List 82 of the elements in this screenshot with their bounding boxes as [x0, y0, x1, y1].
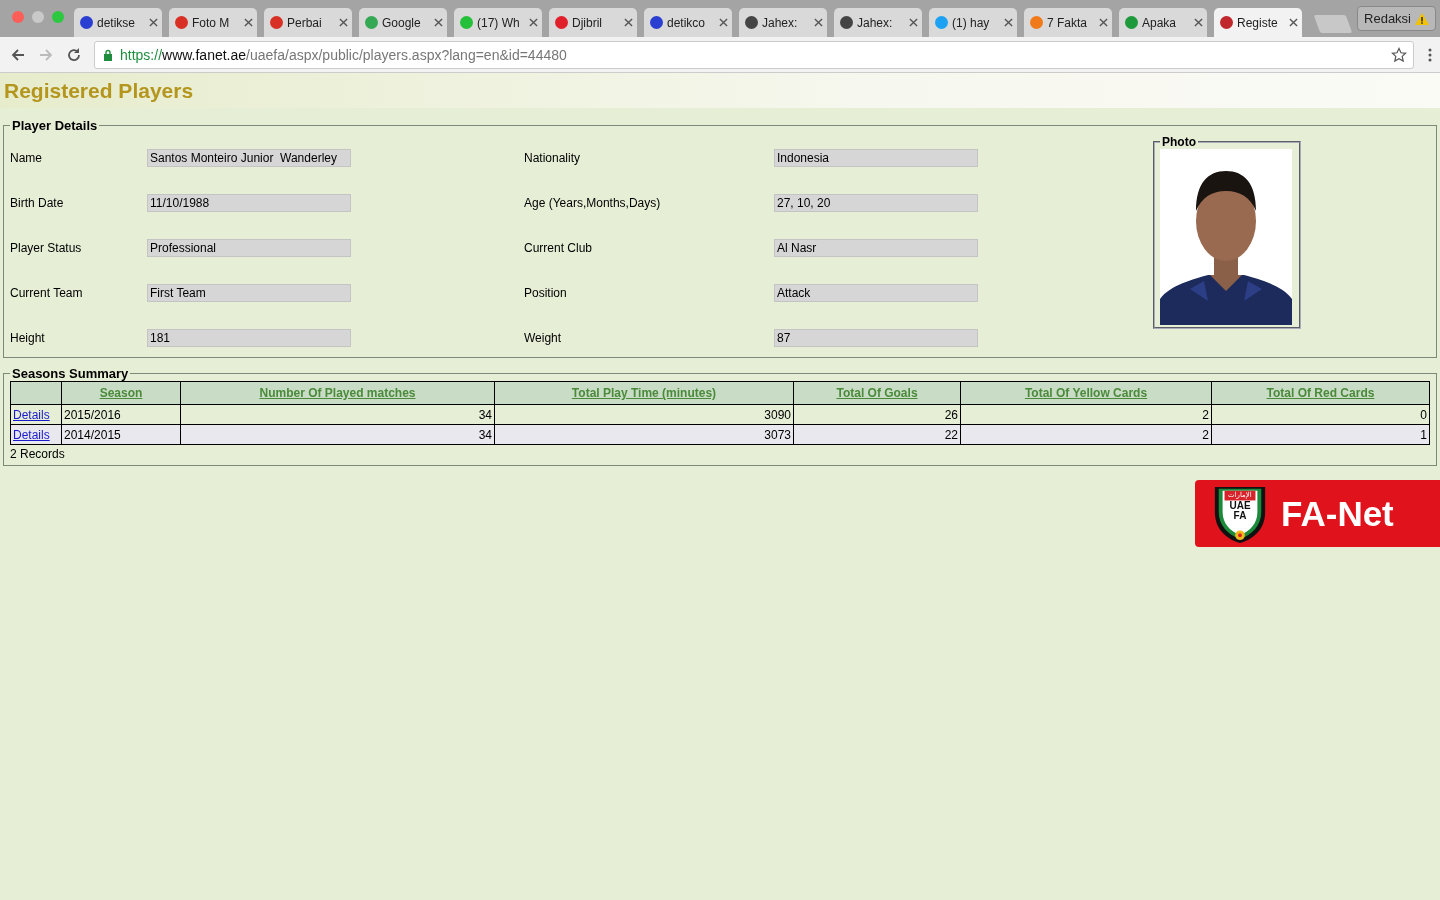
tab-title: Djibril — [572, 15, 603, 30]
tab-title: Jahex: — [857, 15, 894, 30]
text-field[interactable]: 11/10/1988 — [147, 194, 351, 212]
browser-tab[interactable]: Apaka — [1119, 8, 1207, 37]
close-icon[interactable] — [1004, 18, 1013, 27]
table-cell: 26 — [793, 404, 961, 425]
address-bar[interactable]: https://www.fanet.ae/uaefa/aspx/public/players.aspx?lang=en&id=44480 — [94, 40, 1414, 69]
text-field[interactable]: Al Nasr — [774, 239, 978, 257]
table-cell: 0 — [1211, 404, 1430, 425]
field-label: Nationality — [524, 151, 582, 165]
panel-legend: Seasons Summary — [10, 366, 131, 381]
url-text: https://www.fanet.ae/uaefa/aspx/public/players.aspx?lang=en&id=44480 — [120, 46, 568, 63]
text-field[interactable]: Attack — [774, 284, 978, 302]
logo-wordmark: FA-Net — [1281, 493, 1394, 534]
warning-icon — [1415, 12, 1429, 25]
field-label: Birth Date — [10, 196, 65, 210]
tab-title: detikse — [97, 15, 137, 30]
photo-legend: Photo — [1160, 135, 1198, 149]
table-cell: 3090 — [494, 404, 794, 425]
browser-tab[interactable]: Perbai — [264, 8, 352, 37]
table-cell: 34 — [180, 404, 495, 425]
close-icon[interactable] — [814, 18, 823, 27]
tab-title: Foto M — [192, 15, 231, 30]
field-label: Player Status — [10, 241, 83, 255]
text-field[interactable]: 27, 10, 20 — [774, 194, 978, 212]
page-title: Registered Players — [4, 78, 194, 103]
close-icon[interactable] — [1194, 18, 1203, 27]
panel-legend: Player Details — [10, 118, 100, 133]
crest-text: UAE — [1228, 500, 1252, 511]
table-cell: 2015/2016 — [61, 404, 181, 425]
field-label: Height — [10, 331, 46, 345]
field-label: Age (Years,Months,Days) — [524, 196, 662, 210]
tab-title: Perbai — [287, 15, 323, 30]
tab-title: Jahex: — [762, 15, 799, 30]
text-field[interactable]: Indonesia — [774, 149, 978, 167]
close-icon[interactable] — [434, 18, 443, 27]
browser-tab[interactable]: Foto M — [169, 8, 257, 37]
tab-title: 7 Fakta — [1047, 15, 1089, 30]
tab-title: (1) hay — [952, 15, 991, 30]
crest-text: FA — [1232, 510, 1248, 521]
text-field[interactable]: Santos Monteiro Junior Wanderley — [147, 149, 351, 167]
field-label: Position — [524, 286, 568, 300]
lock-icon — [103, 48, 113, 61]
close-icon[interactable] — [624, 18, 633, 27]
menu-icon[interactable] — [1428, 46, 1432, 63]
browser-tab[interactable]: Jahex: — [834, 8, 922, 37]
close-icon[interactable] — [339, 18, 348, 27]
text-field[interactable]: Professional — [147, 239, 351, 257]
text-field[interactable]: 181 — [147, 329, 351, 347]
close-icon[interactable] — [1289, 18, 1298, 27]
profile-button[interactable]: Redaksi — [1357, 6, 1436, 31]
close-icon[interactable] — [529, 18, 538, 27]
back-icon[interactable] — [10, 46, 26, 63]
close-icon[interactable] — [244, 18, 253, 27]
browser-tab[interactable]: Djibril — [549, 8, 637, 37]
browser-tab[interactable]: 7 Fakta — [1024, 8, 1112, 37]
field-label: Current Club — [524, 241, 594, 255]
close-icon[interactable] — [909, 18, 918, 27]
text-field[interactable]: 87 — [774, 329, 978, 347]
reload-icon[interactable] — [66, 46, 82, 63]
tab-title: Apaka — [1142, 15, 1178, 30]
bookmark-star-icon[interactable] — [1391, 46, 1407, 63]
close-icon[interactable] — [1099, 18, 1108, 27]
field-label: Weight — [524, 331, 563, 345]
browser-tab[interactable]: Jahex: — [739, 8, 827, 37]
close-icon[interactable] — [719, 18, 728, 27]
table-cell: 2 — [960, 404, 1212, 425]
field-label: Name — [10, 151, 43, 165]
record-count: 2 Records — [10, 446, 66, 463]
close-icon[interactable] — [149, 18, 158, 27]
tab-title: Registe — [1237, 15, 1279, 30]
browser-tab[interactable]: Registe — [1214, 8, 1302, 37]
browser-tab[interactable]: (1) hay — [929, 8, 1017, 37]
browser-tab[interactable]: detikse — [74, 8, 162, 37]
tab-title: detikco — [667, 15, 707, 30]
browser-tab[interactable]: Google — [359, 8, 447, 37]
browser-tab[interactable]: (17) Wh — [454, 8, 542, 37]
browser-tab[interactable]: detikco — [644, 8, 732, 37]
field-label: Current Team — [10, 286, 84, 300]
tab-title: Google — [382, 15, 422, 30]
text-field[interactable]: First Team — [147, 284, 351, 302]
tab-title: (17) Wh — [477, 15, 521, 30]
